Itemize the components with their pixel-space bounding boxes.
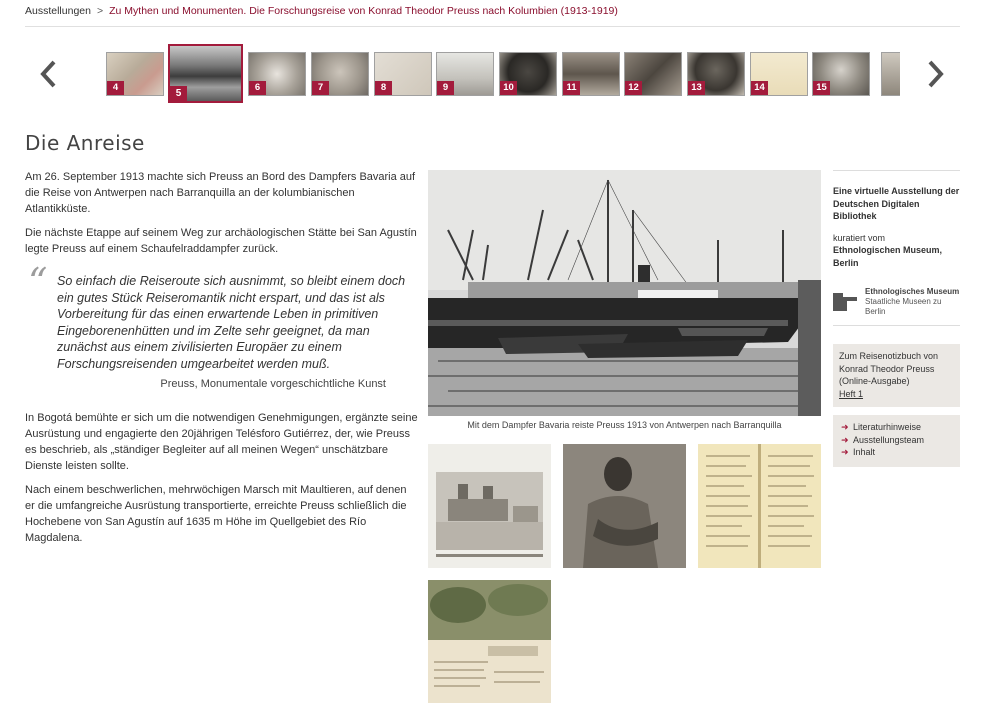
thumbnail-number: 13 <box>688 81 705 95</box>
gallery-image-notebook[interactable] <box>698 444 821 568</box>
museum-name: Ethnologisches Museum <box>865 287 960 296</box>
gallery-image-bogota-cathedral[interactable] <box>428 444 551 568</box>
thumbnail-number: 15 <box>813 81 830 95</box>
notebook-link[interactable]: Heft 1 <box>839 389 863 399</box>
sidebar: Eine virtuelle Ausstellung der Deutschen… <box>833 170 960 467</box>
notebook-text: Zum Reisenotizbuch von Konrad Theodor Pr… <box>839 351 939 386</box>
thumbnail-5[interactable]: 5 <box>168 44 243 103</box>
thumbnail-number: 11 <box>563 81 580 95</box>
carousel-next-button[interactable] <box>924 57 946 91</box>
quote-text: So einfach die Reiseroute sich ausnimmt,… <box>57 274 406 371</box>
link-label: Inhalt <box>853 447 876 457</box>
thumbnail-number: 5 <box>170 86 187 101</box>
arrow-right-icon: ➜ <box>841 434 849 445</box>
thumbnail-6[interactable]: 6 <box>248 52 306 96</box>
museum-logo-icon <box>833 293 857 311</box>
paragraph: Nach einem beschwerlichen, mehrwöchigen … <box>25 484 407 544</box>
thumbnail-4[interactable]: 4 <box>106 52 164 96</box>
thumbnail-number: 4 <box>107 81 124 95</box>
thumbnail-number: 6 <box>249 81 266 95</box>
thumbnail-9[interactable]: 9 <box>436 52 494 96</box>
thumbnail-number: 7 <box>312 81 329 95</box>
breadcrumb: Ausstellungen > Zu Mythen und Monumenten. … <box>25 0 960 27</box>
main-image-steamer-bavaria[interactable] <box>428 170 821 416</box>
main-image-caption: Mit dem Dampfer Bavaria reiste Preuss 19… <box>467 420 782 430</box>
quote-mark-icon: “ <box>28 260 48 304</box>
gallery-image-postcard[interactable] <box>428 580 551 703</box>
postcard-photo <box>428 580 551 703</box>
paragraph: Am 26. September 1913 machte sich Preuss… <box>25 171 416 215</box>
notebook-photo <box>698 444 821 568</box>
exhibition-intro: Eine virtuelle Ausstellung der Deutschen… <box>833 186 960 221</box>
steamer-photo <box>428 170 821 416</box>
link-literaturhinweise[interactable]: ➜ Literaturhinweise <box>839 421 954 434</box>
thumbnail-number: 9 <box>437 81 454 95</box>
curator-name: Ethnologischen Museum, Berlin <box>833 245 943 268</box>
paragraph: In Bogotá bemühte er sich um die notwend… <box>25 412 418 472</box>
quote-source: Preuss, Monumentale vorgeschichtliche Ku… <box>160 378 386 390</box>
arrow-right-icon: ➜ <box>841 447 849 457</box>
museum-logo-block[interactable]: Ethnologisches Museum Staatliche Museen … <box>833 287 960 326</box>
thumbnail-12[interactable]: 12 <box>624 52 682 96</box>
chevron-left-icon <box>40 60 56 88</box>
thumbnail-13[interactable]: 13 <box>687 52 745 96</box>
thumbnail-7[interactable]: 7 <box>311 52 369 96</box>
link-inhalt[interactable]: ➜ Inhalt <box>839 446 954 459</box>
article-text: Am 26. September 1913 machte sich Preuss… <box>25 169 418 554</box>
link-ausstellungsteam[interactable]: ➜ Ausstellungsteam <box>839 434 954 447</box>
thumbnail-number: 8 <box>375 81 392 95</box>
bogota-photo <box>428 444 551 568</box>
thumbnail-8[interactable]: 8 <box>374 52 432 96</box>
curated-by-label: kuratiert vom <box>833 232 886 243</box>
notebook-box: Zum Reisenotizbuch von Konrad Theodor Pr… <box>833 344 960 407</box>
portrait-photo <box>563 444 686 568</box>
blockquote: “ So einfach die Reiseroute sich ausnimm… <box>25 263 418 392</box>
thumbnail-number: 14 <box>751 81 768 95</box>
link-label: Ausstellungsteam <box>853 434 925 445</box>
gallery-image-portrait-gutierrez[interactable] <box>563 444 686 568</box>
link-label: Literaturhinweise <box>853 422 922 432</box>
thumbnail-14[interactable]: 14 <box>750 52 808 96</box>
thumbnail-16-partial[interactable] <box>881 52 900 96</box>
thumbnail-number: 12 <box>625 81 642 95</box>
arrow-right-icon: ➜ <box>841 422 849 432</box>
thumbnail-11[interactable]: 11 <box>562 52 620 96</box>
breadcrumb-current-link[interactable]: Zu Mythen und Monumenten. Die Forschungs… <box>109 5 618 17</box>
exhibition-info: Eine virtuelle Ausstellung der Deutschen… <box>833 170 960 269</box>
breadcrumb-separator: > <box>96 5 104 17</box>
page-title: Die Anreise <box>25 131 145 155</box>
breadcrumb-root-link[interactable]: Ausstellungen <box>25 5 91 17</box>
carousel-prev-button[interactable] <box>38 57 60 91</box>
thumbnail-15[interactable]: 15 <box>812 52 870 96</box>
chevron-right-icon <box>928 60 944 88</box>
paragraph: Die nächste Etappe auf seinem Weg zur ar… <box>25 227 417 255</box>
thumbnail-10[interactable]: 10 <box>499 52 557 96</box>
links-box: ➜ Literaturhinweise ➜ Ausstellungsteam ➜ In… <box>833 415 960 467</box>
thumbnail-strip: 4 5 6 7 8 9 10 11 12 13 14 15 <box>106 44 900 106</box>
thumbnail-number: 10 <box>500 81 517 95</box>
museum-subtitle: Staatliche Museen zu Berlin <box>865 297 942 316</box>
